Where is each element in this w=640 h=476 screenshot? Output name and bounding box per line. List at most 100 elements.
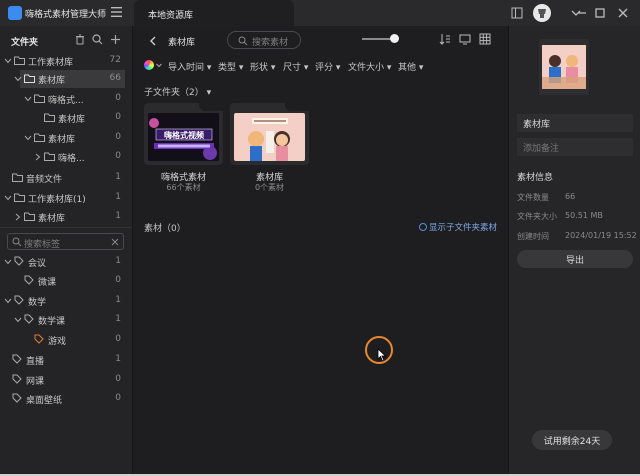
tag-item-game[interactable]: 游戏 0 (0, 331, 133, 349)
hamburger-menu-icon[interactable] (111, 7, 122, 17)
show-subfolder-assets-checkbox[interactable] (419, 223, 427, 231)
close-icon[interactable] (617, 7, 629, 19)
tab-local-library[interactable]: 本地资源库 (134, 0, 294, 26)
search-placeholder: 搜索素材 (252, 38, 289, 48)
show-subfolder-assets-label[interactable]: 显示子文件夹素材 (429, 221, 497, 233)
maximize-icon[interactable] (594, 7, 606, 19)
tag-count: 0 (115, 374, 121, 384)
add-folder-icon[interactable] (110, 34, 121, 45)
sidebar-item-label: 嗨格式... (48, 96, 84, 106)
sidebar-item-count: 0 (115, 93, 121, 103)
folder-open-icon (24, 74, 35, 83)
tag-count: 0 (115, 275, 121, 285)
tag-item-online-class[interactable]: 网课 0 (0, 371, 133, 389)
grid-view-icon[interactable] (479, 33, 491, 45)
info-title: 素材信息 (517, 173, 554, 183)
details-panel: 素材库 添加备注 素材信息 文件数量 66 文件夹大小 50.51 MB 创建时… (508, 26, 640, 476)
tag-icon (12, 393, 22, 403)
tag-item-math-class[interactable]: 数学课 1 (0, 311, 133, 329)
tag-label: 数学 (28, 298, 47, 308)
divider (0, 227, 132, 228)
tag-label: 桌面壁纸 (26, 396, 63, 406)
filter-size[interactable]: 尺寸 ▾ (283, 60, 308, 73)
folder-icon (44, 113, 55, 122)
trash-icon[interactable] (75, 34, 85, 45)
tag-icon (24, 275, 34, 285)
sidebar-item-count: 72 (109, 55, 121, 65)
filter-rating[interactable]: 评分 ▾ (315, 60, 340, 73)
sidebar-item-audio[interactable]: 音频文件 1 (0, 169, 133, 187)
tag-count: 1 (115, 295, 121, 305)
tag-item-microcourse[interactable]: 微课 0 (0, 272, 133, 290)
thumbnail-caption: 嗨格式视频 (164, 130, 204, 140)
tag-item-live[interactable]: 直播 1 (0, 351, 133, 369)
sidebar-item-label: 素材库 (38, 76, 66, 86)
folder-name-field[interactable]: 素材库 (517, 114, 633, 132)
folder-icon (12, 173, 23, 182)
avatar[interactable] (533, 4, 551, 22)
sidebar-item-label: 素材库 (38, 214, 66, 224)
filter-import-time[interactable]: 导入时间 ▾ (168, 60, 211, 73)
tag-icon (12, 354, 22, 364)
trial-remaining-button[interactable]: 试用剩余24天 (532, 430, 612, 450)
tag-item-wallpaper[interactable]: 桌面壁纸 0 (0, 390, 133, 408)
chevron-down-icon (156, 63, 162, 68)
sidebar-item-count: 1 (115, 192, 121, 202)
sidebar-item-library-2[interactable]: 素材库 0 (0, 129, 133, 147)
tag-label: 网课 (26, 377, 45, 387)
sidebar-item-library-sub[interactable]: 素材库 0 (0, 109, 133, 127)
tag-item-meeting[interactable]: 会议 1 (0, 253, 133, 271)
tag-search-placeholder: 搜索标签 (24, 240, 61, 250)
back-icon[interactable] (149, 36, 157, 46)
tag-label: 游戏 (48, 337, 67, 347)
tag-search-input[interactable]: 搜索标签 (7, 233, 124, 250)
tag-label: 数学课 (38, 317, 66, 327)
subfolder-section-title[interactable]: 子文件夹（2） ▾ (144, 85, 211, 98)
note-field[interactable]: 添加备注 (517, 138, 633, 156)
tag-count: 1 (115, 256, 121, 266)
tag-label: 微课 (38, 278, 57, 288)
slider-handle[interactable] (390, 34, 399, 43)
sidebar-item-hige-sub[interactable]: 嗨格... 0 (0, 148, 133, 166)
info-value: 66 (565, 192, 576, 201)
subfolder-count: 66个素材 (166, 183, 201, 192)
main-content: 素材库 搜索素材 导入时间 ▾ 类型 ▾ 形状 ▾ 尺寸 ▾ 评分 ▾ 文件大小… (134, 26, 507, 476)
subfolder-card[interactable]: 嗨格式视频 (144, 103, 223, 165)
sidebar-item-work-library[interactable]: 工作素材库 72 (0, 52, 133, 70)
minimize-icon[interactable] (577, 7, 587, 19)
filter-other[interactable]: 其他 ▾ (398, 60, 423, 73)
filter-type[interactable]: 类型 ▾ (218, 60, 243, 73)
export-label: 导出 (565, 256, 584, 266)
preview-mode-icon[interactable] (459, 33, 471, 45)
color-filter-icon[interactable] (144, 60, 154, 70)
filter-file-size[interactable]: 文件大小 ▾ (348, 60, 391, 73)
filter-shape[interactable]: 形状 ▾ (250, 60, 275, 73)
tag-icon (14, 295, 24, 305)
folder-icon (24, 212, 35, 221)
asset-search-input[interactable]: 搜索素材 (227, 31, 301, 49)
folders-header: 文件夹 (11, 38, 39, 48)
tag-item-math[interactable]: 数学 1 (0, 292, 133, 310)
clear-icon (111, 238, 119, 246)
tab-label: 本地资源库 (148, 11, 194, 21)
info-key: 创建时间 (517, 232, 549, 241)
cursor-icon (377, 348, 387, 362)
info-value: 2024/01/19 15:52 (565, 231, 637, 240)
breadcrumb: 素材库 (168, 38, 196, 48)
tag-count: 1 (115, 314, 121, 324)
sidebar-item-library-3[interactable]: 素材库 1 (0, 208, 133, 226)
tag-icon (24, 314, 34, 324)
export-button[interactable]: 导出 (517, 250, 633, 268)
search-icon (12, 237, 22, 247)
folder-icon (44, 152, 55, 161)
sidebar-item-work-library-1[interactable]: 工作素材库(1) 1 (0, 189, 133, 207)
assets-section-title: 素材（0） (144, 224, 186, 234)
subfolder-card[interactable] (230, 103, 309, 165)
sidebar-toggle-icon[interactable] (511, 7, 523, 19)
sidebar-item-library-selected[interactable]: 素材库 66 (14, 70, 125, 88)
tag-icon (34, 334, 44, 344)
search-icon[interactable] (92, 34, 103, 45)
sort-icon[interactable] (439, 33, 451, 45)
sidebar-item-hige-folder[interactable]: 嗨格式... 0 (0, 90, 133, 108)
sidebar-item-label: 素材库 (48, 135, 76, 145)
